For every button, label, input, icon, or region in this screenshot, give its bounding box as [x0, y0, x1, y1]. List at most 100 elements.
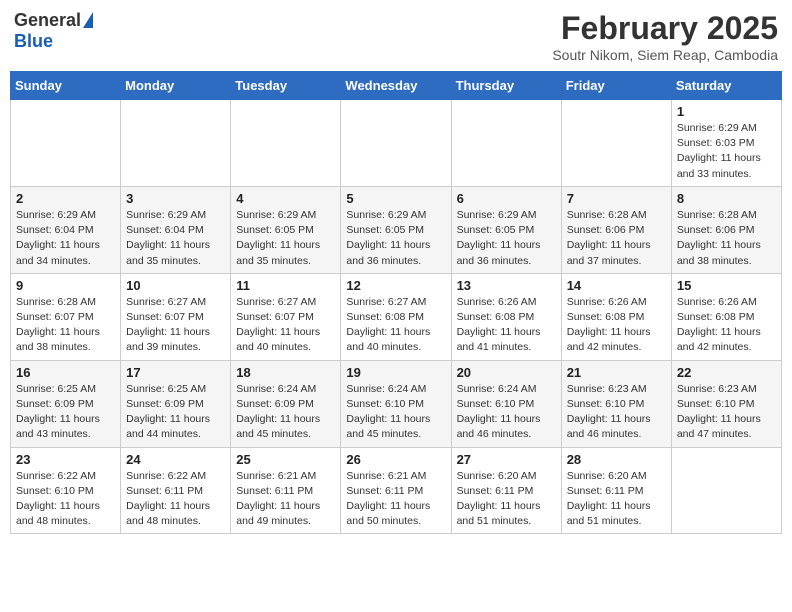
calendar-cell: [231, 100, 341, 187]
day-info: Sunrise: 6:29 AM Sunset: 6:04 PM Dayligh…: [16, 208, 115, 269]
calendar-cell: 2 Sunrise: 6:29 AM Sunset: 6:04 PM Daylig…: [11, 186, 121, 273]
calendar-cell: 3Sunrise: 6:29 AM Sunset: 6:04 PM Daylig…: [121, 186, 231, 273]
calendar-cell: 4 Sunrise: 6:29 AM Sunset: 6:05 PM Daylig…: [231, 186, 341, 273]
day-info: Sunrise: 6:28 AM Sunset: 6:06 PM Dayligh…: [677, 208, 776, 269]
calendar-table: SundayMondayTuesdayWednesdayThursdayFrid…: [10, 71, 782, 534]
calendar-cell: 22 Sunrise: 6:23 AM Sunset: 6:10 PM Dayli…: [671, 360, 781, 447]
calendar-cell: [121, 100, 231, 187]
day-info: Sunrise: 6:25 AM Sunset: 6:09 PM Dayligh…: [16, 382, 115, 443]
day-info: Sunrise: 6:23 AM Sunset: 6:10 PM Dayligh…: [677, 382, 776, 443]
day-info: Sunrise: 6:29 AM Sunset: 6:03 PM Dayligh…: [677, 121, 776, 182]
calendar-cell: 16 Sunrise: 6:25 AM Sunset: 6:09 PM Dayli…: [11, 360, 121, 447]
day-number: 18: [236, 365, 335, 380]
day-number: 23: [16, 452, 115, 467]
calendar-cell: 27 Sunrise: 6:20 AM Sunset: 6:11 PM Dayli…: [451, 447, 561, 534]
day-info: Sunrise: 6:24 AM Sunset: 6:10 PM Dayligh…: [457, 382, 556, 443]
day-number: 9: [16, 278, 115, 293]
day-number: 24: [126, 452, 225, 467]
day-number: 22: [677, 365, 776, 380]
calendar-col-header: Sunday: [11, 72, 121, 100]
day-number: 14: [567, 278, 666, 293]
day-info: Sunrise: 6:24 AM Sunset: 6:09 PM Dayligh…: [236, 382, 335, 443]
day-info: Sunrise: 6:29 AM Sunset: 6:05 PM Dayligh…: [346, 208, 445, 269]
logo-general-text: General: [14, 10, 81, 31]
day-info: Sunrise: 6:28 AM Sunset: 6:06 PM Dayligh…: [567, 208, 666, 269]
day-number: 19: [346, 365, 445, 380]
calendar-col-header: Wednesday: [341, 72, 451, 100]
calendar-col-header: Monday: [121, 72, 231, 100]
day-number: 25: [236, 452, 335, 467]
calendar-cell: 11 Sunrise: 6:27 AM Sunset: 6:07 PM Dayli…: [231, 273, 341, 360]
month-title: February 2025: [552, 10, 778, 47]
day-number: 2: [16, 191, 115, 206]
calendar-cell: 20 Sunrise: 6:24 AM Sunset: 6:10 PM Dayli…: [451, 360, 561, 447]
day-number: 27: [457, 452, 556, 467]
calendar-cell: 28 Sunrise: 6:20 AM Sunset: 6:11 PM Dayli…: [561, 447, 671, 534]
calendar-header-row: SundayMondayTuesdayWednesdayThursdayFrid…: [11, 72, 782, 100]
day-info: Sunrise: 6:27 AM Sunset: 6:07 PM Dayligh…: [126, 295, 225, 356]
calendar-cell: [451, 100, 561, 187]
day-number: 21: [567, 365, 666, 380]
day-number: 1: [677, 104, 776, 119]
calendar-cell: 15 Sunrise: 6:26 AM Sunset: 6:08 PM Dayli…: [671, 273, 781, 360]
calendar-cell: 7Sunrise: 6:28 AM Sunset: 6:06 PM Daylig…: [561, 186, 671, 273]
logo-blue-text: Blue: [14, 31, 53, 52]
calendar-cell: 14 Sunrise: 6:26 AM Sunset: 6:08 PM Dayli…: [561, 273, 671, 360]
day-info: Sunrise: 6:26 AM Sunset: 6:08 PM Dayligh…: [677, 295, 776, 356]
calendar-cell: 17Sunrise: 6:25 AM Sunset: 6:09 PM Dayli…: [121, 360, 231, 447]
calendar-week-row: 23 Sunrise: 6:22 AM Sunset: 6:10 PM Dayli…: [11, 447, 782, 534]
day-number: 6: [457, 191, 556, 206]
day-number: 11: [236, 278, 335, 293]
day-info: Sunrise: 6:24 AM Sunset: 6:10 PM Dayligh…: [346, 382, 445, 443]
calendar-cell: 8 Sunrise: 6:28 AM Sunset: 6:06 PM Daylig…: [671, 186, 781, 273]
calendar-cell: 12Sunrise: 6:27 AM Sunset: 6:08 PM Dayli…: [341, 273, 451, 360]
day-number: 28: [567, 452, 666, 467]
calendar-col-header: Saturday: [671, 72, 781, 100]
day-number: 16: [16, 365, 115, 380]
day-info: Sunrise: 6:27 AM Sunset: 6:07 PM Dayligh…: [236, 295, 335, 356]
day-info: Sunrise: 6:22 AM Sunset: 6:10 PM Dayligh…: [16, 469, 115, 530]
logo: General Blue: [14, 10, 93, 52]
day-number: 5: [346, 191, 445, 206]
day-number: 4: [236, 191, 335, 206]
calendar-col-header: Friday: [561, 72, 671, 100]
calendar-cell: 1 Sunrise: 6:29 AM Sunset: 6:03 PM Daylig…: [671, 100, 781, 187]
title-area: February 2025 Soutr Nikom, Siem Reap, Ca…: [552, 10, 778, 63]
calendar-cell: 23 Sunrise: 6:22 AM Sunset: 6:10 PM Dayli…: [11, 447, 121, 534]
calendar-cell: 5 Sunrise: 6:29 AM Sunset: 6:05 PM Daylig…: [341, 186, 451, 273]
day-number: 8: [677, 191, 776, 206]
calendar-cell: 25 Sunrise: 6:21 AM Sunset: 6:11 PM Dayli…: [231, 447, 341, 534]
calendar-cell: [671, 447, 781, 534]
calendar-cell: 19 Sunrise: 6:24 AM Sunset: 6:10 PM Dayli…: [341, 360, 451, 447]
day-number: 20: [457, 365, 556, 380]
calendar-cell: 9Sunrise: 6:28 AM Sunset: 6:07 PM Daylig…: [11, 273, 121, 360]
day-info: Sunrise: 6:25 AM Sunset: 6:09 PM Dayligh…: [126, 382, 225, 443]
calendar-col-header: Tuesday: [231, 72, 341, 100]
day-info: Sunrise: 6:20 AM Sunset: 6:11 PM Dayligh…: [457, 469, 556, 530]
calendar-cell: [11, 100, 121, 187]
logo-triangle-icon: [83, 12, 93, 28]
day-info: Sunrise: 6:29 AM Sunset: 6:05 PM Dayligh…: [236, 208, 335, 269]
calendar-cell: 13Sunrise: 6:26 AM Sunset: 6:08 PM Dayli…: [451, 273, 561, 360]
day-number: 3: [126, 191, 225, 206]
day-info: Sunrise: 6:20 AM Sunset: 6:11 PM Dayligh…: [567, 469, 666, 530]
day-info: Sunrise: 6:26 AM Sunset: 6:08 PM Dayligh…: [567, 295, 666, 356]
day-info: Sunrise: 6:27 AM Sunset: 6:08 PM Dayligh…: [346, 295, 445, 356]
day-info: Sunrise: 6:21 AM Sunset: 6:11 PM Dayligh…: [236, 469, 335, 530]
calendar-cell: 26Sunrise: 6:21 AM Sunset: 6:11 PM Dayli…: [341, 447, 451, 534]
calendar-col-header: Thursday: [451, 72, 561, 100]
day-number: 10: [126, 278, 225, 293]
location-subtitle: Soutr Nikom, Siem Reap, Cambodia: [552, 47, 778, 63]
calendar-cell: [561, 100, 671, 187]
calendar-week-row: 2 Sunrise: 6:29 AM Sunset: 6:04 PM Daylig…: [11, 186, 782, 273]
calendar-week-row: 9Sunrise: 6:28 AM Sunset: 6:07 PM Daylig…: [11, 273, 782, 360]
calendar-week-row: 1 Sunrise: 6:29 AM Sunset: 6:03 PM Daylig…: [11, 100, 782, 187]
calendar-cell: 21Sunrise: 6:23 AM Sunset: 6:10 PM Dayli…: [561, 360, 671, 447]
day-info: Sunrise: 6:29 AM Sunset: 6:05 PM Dayligh…: [457, 208, 556, 269]
day-number: 13: [457, 278, 556, 293]
calendar-week-row: 16 Sunrise: 6:25 AM Sunset: 6:09 PM Dayli…: [11, 360, 782, 447]
day-number: 26: [346, 452, 445, 467]
day-number: 15: [677, 278, 776, 293]
calendar-cell: [341, 100, 451, 187]
calendar-cell: 6 Sunrise: 6:29 AM Sunset: 6:05 PM Daylig…: [451, 186, 561, 273]
